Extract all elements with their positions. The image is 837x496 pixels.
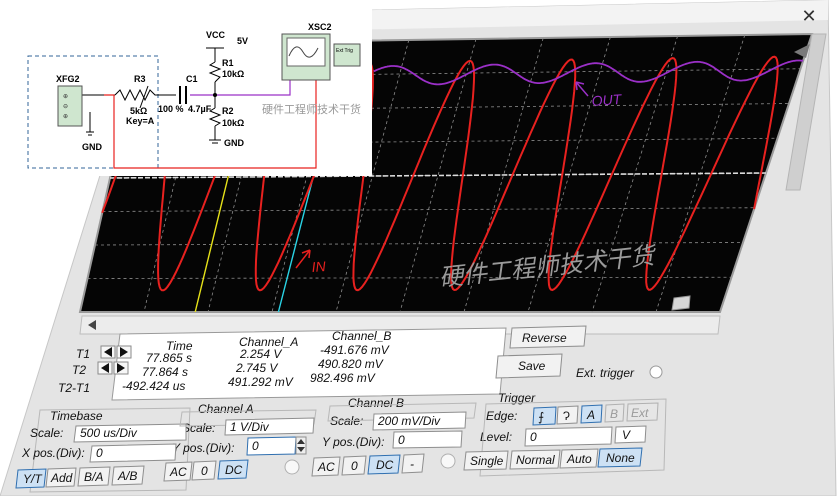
generator-label: XFG2 [56, 74, 80, 84]
generator-terminal-icon: ⊕ [63, 94, 68, 100]
rising-edge-icon: ⨍ [538, 410, 544, 424]
vcc-value: 5V [237, 36, 248, 46]
schematic-svg: ⊕ ⊖ ⊕ XFG2 GND R3 5kΩ Key=A 100 % C1 4.7… [0, 0, 372, 176]
readout-row-label: T2 [72, 363, 86, 377]
channel-b-ypos-value: 0 [398, 433, 405, 447]
channel-b-zero-label: 0 [351, 459, 358, 473]
r1-label: R1 [222, 58, 234, 68]
trigger-level-value: 0 [530, 430, 537, 444]
vcc-label: VCC [206, 30, 226, 40]
timebase-xpos-field[interactable] [89, 443, 177, 463]
timebase-scale-label: Scale: [30, 426, 63, 440]
trigger-source-ext-label: Ext [631, 406, 649, 420]
channel-a-dc-label: DC [225, 463, 243, 477]
channel-a-ac-label: AC [169, 465, 187, 479]
function-generator [57, 85, 83, 127]
out-trace-label: OUT [591, 91, 623, 109]
generator-terminal-icon: ⊕ [63, 114, 68, 120]
falling-edge-icon: Ɂ [563, 409, 570, 423]
trigger-level-field[interactable] [524, 426, 613, 447]
r2-value: 10kΩ [222, 118, 244, 128]
trigger-level-unit-field[interactable] [614, 425, 647, 444]
channel-b-ac-label: AC [317, 460, 335, 474]
r3-key: Key=A [126, 116, 155, 126]
trigger-source-a-label: A [586, 408, 595, 422]
readout-row-label: T1 [76, 347, 90, 361]
stage: OUT IN 硬件工程师技术干货 Time Channel_A Channel_… [0, 0, 837, 496]
timebase-title: Timebase [50, 409, 103, 423]
oscilloscope-label: XSC2 [308, 22, 332, 32]
timebase-scale-value: 500 us/Div [80, 426, 138, 440]
readout-header-channel-b: Channel_B [332, 329, 391, 343]
readout-t1-time: 77.865 s [146, 351, 192, 365]
trigger-level-label: Level: [480, 430, 512, 444]
channel-b-title: Channel B [348, 396, 404, 410]
readout-t1-a: 2.254 V [239, 347, 282, 361]
watermark: 硬件工程师技术干货 [262, 102, 361, 116]
trigger-level-unit: V [622, 428, 631, 442]
save-button-label: Save [518, 359, 546, 373]
oscilloscope-screen-icon [286, 37, 326, 67]
trigger-normal-label: Normal [516, 453, 555, 467]
channel-a-title: Channel A [198, 402, 254, 416]
r1-value: 10kΩ [222, 69, 244, 79]
c1-label: C1 [186, 74, 198, 84]
ext-trig-label: Ext Trig [336, 48, 353, 54]
channel-a-terminal[interactable] [284, 459, 300, 475]
readout-dt-b: 982.496 mV [310, 371, 376, 385]
generator-terminal-icon: ⊖ [63, 104, 68, 110]
ext-trigger-terminal[interactable] [649, 365, 663, 379]
scroll-thumb[interactable] [671, 295, 691, 311]
channel-a-ypos-value: 0 [252, 439, 259, 453]
mode-yt-label: Y/T [23, 472, 43, 486]
mode-add-label: Add [50, 471, 73, 485]
channel-b-terminal[interactable] [440, 453, 456, 469]
mode-ba-label: B/A [84, 470, 103, 484]
channel-b-dc-label: DC [376, 458, 394, 472]
r3-label: R3 [134, 74, 146, 84]
trigger-single-label: Single [470, 454, 504, 468]
rising-edge-button[interactable] [532, 406, 557, 426]
r2-label: R2 [222, 106, 234, 116]
channel-a-ypos-label: Y pos.(Div): [172, 441, 234, 455]
in-trace-label: IN [311, 258, 327, 275]
ext-trigger-label: Ext. trigger [576, 366, 635, 380]
schematic: ⊕ ⊖ ⊕ XFG2 GND R3 5kΩ Key=A 100 % C1 4.7… [0, 0, 372, 176]
gnd-label: GND [82, 142, 103, 152]
readout-t2-b: 490.820 mV [318, 357, 384, 371]
trigger-auto-label: Auto [566, 452, 592, 466]
channel-a-zero-label: 0 [201, 464, 208, 478]
timebase-xpos-label: X pos.(Div): [21, 446, 85, 460]
r3-value: 5kΩ [130, 106, 147, 116]
readout-row-label: T2-T1 [58, 381, 90, 395]
mode-ab-label: A/B [117, 469, 137, 483]
channel-a-scale-label: Scale: [182, 421, 215, 435]
readout-t1-b: -491.676 mV [320, 343, 390, 357]
readout-dt-time: -492.424 us [122, 379, 185, 393]
readout-dt-a: 491.292 mV [228, 375, 294, 389]
readout-t2-time: 77.864 s [142, 365, 188, 379]
channel-b-scale-value: 200 mV/Div [377, 414, 441, 428]
channel-b-ypos-label: Y pos.(Div): [322, 435, 384, 449]
close-icon[interactable]: ✕ [800, 8, 818, 26]
readout-t2-a: 2.745 V [235, 361, 278, 375]
r3-percent: 100 % [158, 104, 184, 114]
gnd-label: GND [224, 138, 245, 148]
channel-a-scale-value: 1 V/Div [230, 420, 270, 434]
junction-dot [213, 93, 217, 97]
timebase-xpos-value: 0 [96, 446, 103, 460]
trigger-source-b-label: B [610, 407, 618, 421]
c1-value: 4.7µF [188, 104, 212, 114]
trigger-edge-label: Edge: [486, 409, 517, 423]
reverse-button-label: Reverse [522, 331, 567, 345]
channel-b-minus-label: - [410, 457, 414, 471]
trigger-none-label: None [606, 451, 635, 465]
